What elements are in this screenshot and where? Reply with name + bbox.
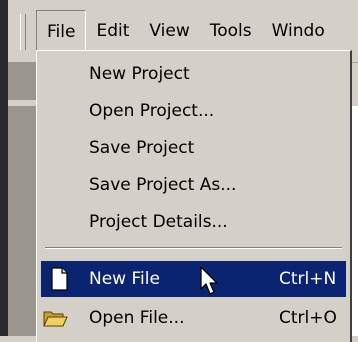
menu-view[interactable]: View bbox=[139, 10, 199, 52]
new-file-icon bbox=[51, 267, 68, 291]
menu-tools[interactable]: Tools bbox=[200, 10, 262, 52]
menu-edit[interactable]: Edit bbox=[86, 10, 139, 52]
menu-item-label: New File bbox=[89, 269, 160, 289]
menu-item-label: Project Details... bbox=[89, 212, 228, 232]
menu-item-save-project[interactable]: Save Project bbox=[37, 130, 350, 166]
menu-item-label: Save Project bbox=[89, 138, 195, 158]
menu-item-shortcut: Ctrl+O bbox=[279, 308, 337, 328]
menu-separator bbox=[45, 247, 342, 249]
menu-item-save-project-as[interactable]: Save Project As... bbox=[37, 167, 350, 203]
open-folder-icon bbox=[43, 311, 68, 327]
background-window bbox=[8, 62, 36, 336]
menu-item-shortcut: Ctrl+N bbox=[279, 269, 337, 289]
menu-item-new-file[interactable]: New File Ctrl+N bbox=[41, 261, 346, 297]
background-divider bbox=[8, 100, 36, 106]
mouse-pointer-icon bbox=[200, 266, 218, 295]
menu-item-new-project[interactable]: New Project bbox=[37, 56, 350, 92]
menu-item-label: Open Project... bbox=[89, 101, 215, 121]
window-edge bbox=[0, 0, 8, 336]
background-window-edge bbox=[352, 106, 358, 336]
menu-item-open-file[interactable]: Open File... Ctrl+O bbox=[37, 300, 350, 336]
file-menu-dropdown: New Project Open Project... Save Project… bbox=[36, 50, 352, 342]
menu-item-label: Save Project As... bbox=[89, 175, 237, 195]
menu-file[interactable]: File bbox=[36, 10, 87, 52]
toolbar-grip[interactable] bbox=[20, 14, 26, 50]
menu-item-label: New Project bbox=[89, 64, 190, 84]
menu-item-label: Open File... bbox=[89, 308, 185, 328]
menu-bar-items: File Edit View Tools Windo bbox=[36, 10, 335, 52]
menu-item-project-details[interactable]: Project Details... bbox=[37, 204, 350, 240]
menu-item-open-project[interactable]: Open Project... bbox=[37, 93, 350, 129]
menu-window[interactable]: Windo bbox=[262, 10, 335, 52]
